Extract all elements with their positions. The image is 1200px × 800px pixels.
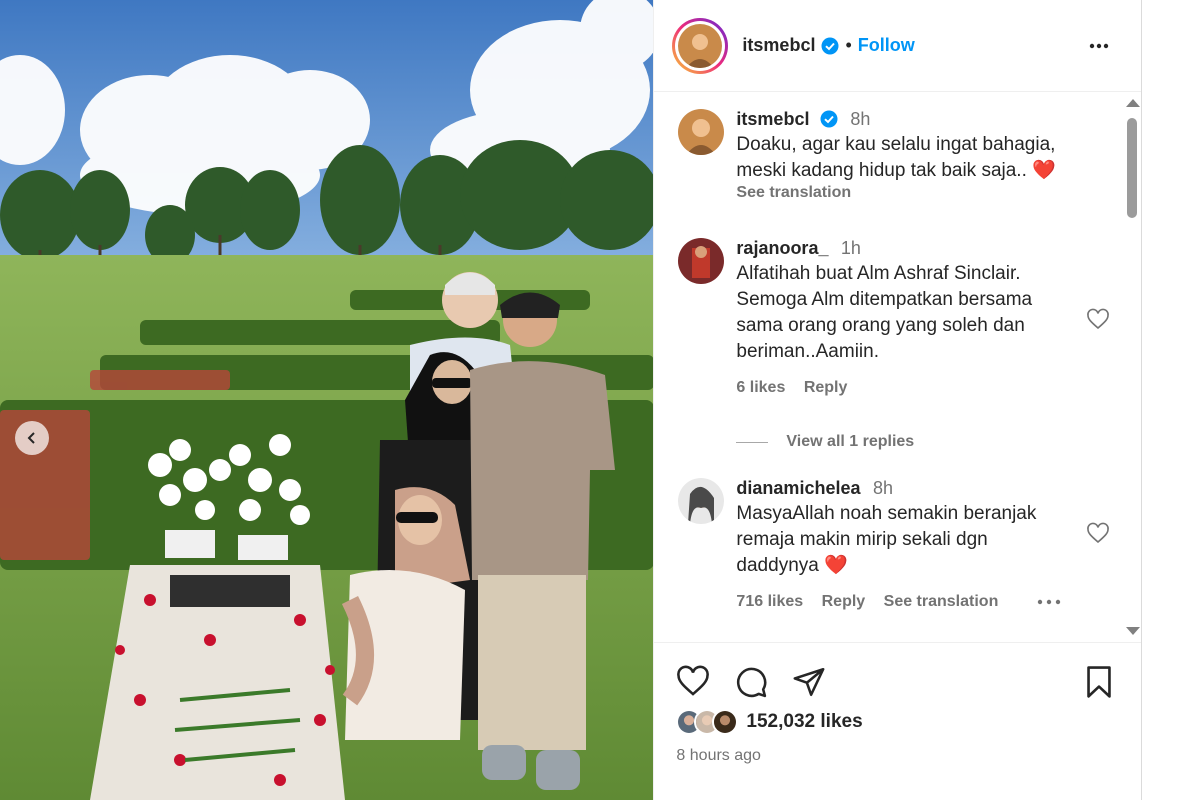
caption-username[interactable]: itsmebcl: [736, 109, 809, 129]
heart-icon[interactable]: [1086, 522, 1110, 546]
comment-time[interactable]: 8h: [873, 478, 893, 498]
comment-item: dianamichelea 8h MasyaAllah noah semakin…: [678, 478, 1118, 611]
header-username[interactable]: itsmebcl: [742, 35, 815, 56]
view-replies-link[interactable]: View all 1 replies: [736, 433, 914, 451]
comments-section[interactable]: itsmebcl 8h Doaku, agar kau selalu ingat…: [654, 93, 1124, 641]
avatar: [712, 709, 739, 735]
follow-button[interactable]: Follow: [858, 35, 915, 56]
post-actions: 152,032 likes 8 hours ago: [654, 642, 1142, 800]
scroll-up-arrow[interactable]: [1126, 99, 1140, 107]
comment-text: Alfatihah buat Alm Ashraf Sinclair. Semo…: [736, 263, 1033, 362]
heart-icon[interactable]: [1086, 308, 1110, 332]
comment-likes[interactable]: 716 likes: [736, 593, 803, 610]
likes-count[interactable]: 152,032 likes: [746, 711, 862, 733]
share-button[interactable]: [792, 665, 826, 704]
comment-button[interactable]: [734, 665, 768, 704]
scroll-down-arrow[interactable]: [1126, 627, 1140, 635]
view-replies-label: View all 1 replies: [786, 433, 915, 450]
post-timestamp[interactable]: 8 hours ago: [676, 747, 761, 765]
reply-button[interactable]: Reply: [822, 593, 866, 610]
heart-icon: [677, 665, 710, 696]
caption-time[interactable]: 8h: [850, 109, 870, 129]
more-options-icon[interactable]: [1037, 599, 1061, 605]
comment-item: rajanoora_ 1h Alfatihah buat Alm Ashraf …: [678, 238, 1118, 397]
post-image[interactable]: [0, 0, 654, 800]
avatar[interactable]: [678, 109, 725, 155]
comment-time[interactable]: 1h: [841, 238, 861, 258]
story-avatar-ring[interactable]: [672, 17, 729, 74]
comment-username[interactable]: dianamichelea: [736, 478, 860, 498]
avatar: [678, 23, 723, 68]
post-header: itsmebcl • Follow: [654, 0, 1141, 92]
comment-username[interactable]: rajanoora_: [736, 238, 828, 258]
likes-row: 152,032 likes: [676, 709, 863, 735]
like-button[interactable]: [676, 665, 710, 704]
more-options-icon[interactable]: [1087, 34, 1111, 58]
save-button[interactable]: [1083, 665, 1115, 704]
comment-icon: [737, 667, 767, 698]
post-side-panel: itsmebcl • Follow itsmebcl 8h Doaku, aga…: [653, 0, 1142, 800]
heart-emoji: ❤️: [1032, 160, 1056, 181]
caption-text: Doaku, agar kau selalu ingat bahagia, me…: [736, 134, 1056, 181]
avatar[interactable]: [678, 478, 725, 524]
heart-emoji: ❤️: [824, 555, 848, 576]
divider: [736, 441, 769, 443]
caption: itsmebcl 8h Doaku, agar kau selalu ingat…: [678, 109, 1118, 202]
carousel-prev-button[interactable]: [15, 421, 49, 455]
post-photo: [0, 0, 654, 800]
instagram-post: itsmebcl • Follow itsmebcl 8h Doaku, aga…: [0, 0, 1142, 800]
share-icon: [793, 667, 825, 697]
bookmark-icon: [1087, 666, 1112, 698]
comment-text: MasyaAllah noah semakin beranjak remaja …: [736, 503, 1037, 576]
see-translation-link[interactable]: See translation: [736, 184, 1118, 202]
verified-icon: [821, 37, 839, 54]
scroll-thumb[interactable]: [1127, 118, 1137, 218]
comment-likes[interactable]: 6 likes: [736, 379, 785, 396]
comments-scrollbar[interactable]: [1123, 93, 1141, 641]
avatar[interactable]: [678, 238, 725, 284]
chevron-left-icon: [27, 432, 35, 444]
reply-button[interactable]: Reply: [804, 379, 848, 396]
verified-icon: [820, 110, 838, 128]
separator-dot: •: [845, 35, 852, 55]
see-translation-link[interactable]: See translation: [884, 593, 999, 610]
